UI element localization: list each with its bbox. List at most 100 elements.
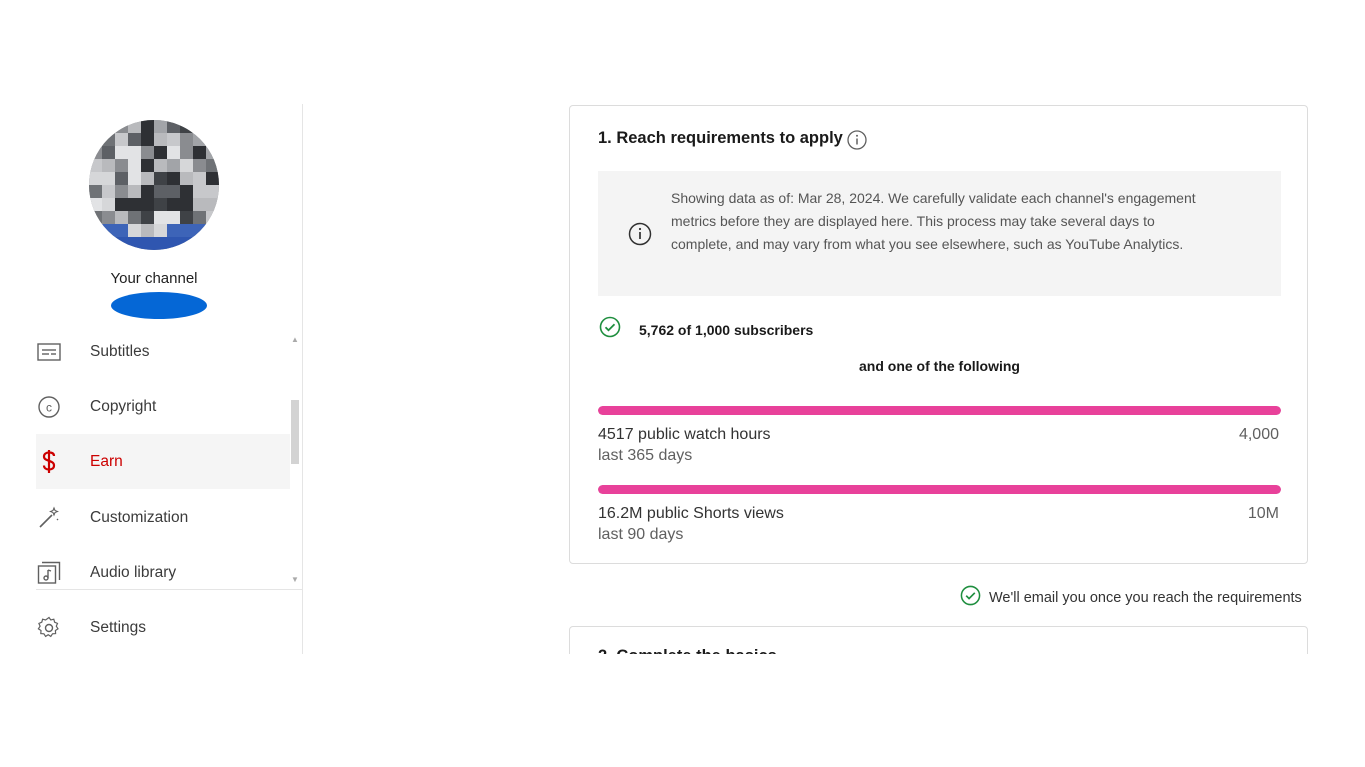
sidebar-item-label: Earn: [90, 452, 123, 470]
scroll-up-arrow[interactable]: ▲: [291, 335, 299, 344]
avatar-pixel: [128, 146, 141, 159]
sidebar-item-subtitles[interactable]: Subtitles: [36, 324, 290, 379]
avatar-pixel: [89, 198, 102, 211]
avatar-pixel: [154, 198, 167, 211]
avatar-pixel: [206, 224, 219, 237]
channel-avatar[interactable]: [89, 120, 219, 250]
avatar-pixel: [193, 120, 206, 133]
sidebar-item-earn[interactable]: Earn: [36, 434, 290, 489]
avatar-pixel: [180, 185, 193, 198]
shorts-views-period: last 90 days: [598, 526, 684, 543]
sidebar-item-settings[interactable]: Settings: [36, 600, 290, 654]
avatar-pixel: [141, 198, 154, 211]
avatar-pixel: [102, 237, 115, 250]
avatar-pixel: [141, 224, 154, 237]
copyright-icon: c: [36, 394, 62, 420]
avatar-pixel: [102, 198, 115, 211]
avatar-pixel: [89, 133, 102, 146]
avatar-pixel: [89, 159, 102, 172]
shorts-views-label: 16.2M public Shorts views: [598, 505, 784, 522]
check-circle-icon: [599, 316, 621, 343]
viewport-clip: [0, 654, 1365, 767]
avatar-pixel: [206, 198, 219, 211]
avatar-pixel: [102, 146, 115, 159]
avatar-pixel: [154, 133, 167, 146]
sidebar-divider: [36, 589, 302, 590]
avatar-pixel: [141, 185, 154, 198]
redacted-channel-name: [111, 292, 207, 319]
avatar-pixel: [102, 185, 115, 198]
watch-hours-target: 4,000: [1238, 426, 1279, 443]
avatar-pixel: [141, 120, 154, 133]
sidebar-item-customization[interactable]: Customization: [36, 490, 290, 545]
one-of-following-label: and one of the following: [859, 358, 1020, 374]
avatar-pixel: [167, 224, 180, 237]
avatar-pixel: [193, 224, 206, 237]
avatar-pixel: [180, 146, 193, 159]
sidebar-item-label: Copyright: [90, 397, 157, 415]
sidebar-item-audio-library[interactable]: Audio library: [36, 545, 290, 600]
avatar-pixel: [141, 172, 154, 185]
sidebar-item-label: Subtitles: [90, 342, 150, 360]
sidebar-item-copyright[interactable]: c Copyright: [36, 379, 290, 434]
avatar-pixel: [167, 185, 180, 198]
scroll-down-arrow[interactable]: ▼: [291, 575, 299, 584]
avatar-pixel: [89, 237, 102, 250]
email-notice-text: We'll email you once you reach the requi…: [989, 590, 1302, 606]
data-notice-text: Showing data as of: Mar 28, 2024. We car…: [671, 190, 1196, 252]
avatar-pixel: [154, 172, 167, 185]
data-notice-box: Showing data as of: Mar 28, 2024. We car…: [598, 171, 1281, 296]
avatar-pixel: [128, 133, 141, 146]
dollar-icon: [36, 449, 62, 475]
shorts-views-target: 10M: [1247, 505, 1279, 522]
your-channel-label[interactable]: Your channel: [0, 270, 302, 287]
avatar-pixel: [167, 211, 180, 224]
gear-icon: [36, 615, 62, 641]
avatar-pixel: [180, 237, 193, 250]
avatar-pixel: [154, 185, 167, 198]
avatar-pixel: [193, 133, 206, 146]
sidebar-item-label: Audio library: [90, 563, 177, 581]
avatar-pixel: [128, 198, 141, 211]
avatar-pixel: [102, 224, 115, 237]
check-circle-icon: [960, 585, 981, 611]
progress-fill: [598, 406, 1281, 415]
avatar-pixel: [167, 237, 180, 250]
avatar-pixel: [206, 133, 219, 146]
avatar-pixel: [154, 120, 167, 133]
sidebar: Your channel Subtitles c Copyright Earn …: [0, 104, 303, 654]
magic-wand-icon: [36, 505, 62, 531]
avatar-pixel: [167, 159, 180, 172]
avatar-pixel: [193, 185, 206, 198]
avatar-pixel: [141, 159, 154, 172]
avatar-pixel: [206, 120, 219, 133]
watch-hours-progress-bar: [598, 406, 1281, 415]
watch-hours-period: last 365 days: [598, 447, 693, 464]
avatar-pixel: [141, 146, 154, 159]
avatar-pixel: [180, 198, 193, 211]
avatar-pixel: [154, 224, 167, 237]
avatar-pixel: [102, 172, 115, 185]
avatar-pixel: [141, 211, 154, 224]
avatar-pixel: [115, 159, 128, 172]
subtitles-icon: [36, 339, 62, 365]
avatar-pixel: [154, 237, 167, 250]
avatar-pixel: [180, 172, 193, 185]
avatar-pixel: [128, 237, 141, 250]
avatar-pixel: [89, 146, 102, 159]
avatar-pixel: [102, 133, 115, 146]
avatar-pixel: [128, 120, 141, 133]
avatar-pixel: [180, 133, 193, 146]
sidebar-scrollbar-thumb[interactable]: [291, 400, 299, 464]
avatar-pixel: [193, 159, 206, 172]
avatar-pixel: [206, 172, 219, 185]
avatar-pixel: [102, 120, 115, 133]
sidebar-item-label: Settings: [90, 618, 147, 636]
info-icon[interactable]: [847, 130, 867, 155]
avatar-pixel: [206, 211, 219, 224]
avatar-pixel: [206, 159, 219, 172]
avatar-pixel: [128, 224, 141, 237]
avatar-pixel: [128, 172, 141, 185]
avatar-pixel: [154, 159, 167, 172]
avatar-pixel: [167, 146, 180, 159]
